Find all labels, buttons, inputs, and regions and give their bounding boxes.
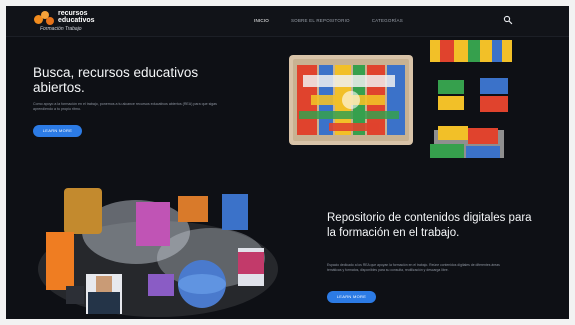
- repository-title: Repositorio de contenidos digitales para…: [327, 212, 532, 239]
- search-icon[interactable]: [503, 15, 513, 25]
- logo-text-educativos: educativos: [58, 17, 95, 24]
- site-logo[interactable]: recursos educativos Formación Trabajo: [34, 10, 144, 34]
- hero-description: Como apoyo a la formación en el trabajo,…: [33, 102, 217, 111]
- top-navbar: recursos educativos Formación Trabajo IN…: [6, 6, 569, 37]
- lego-bricks-illustration: [430, 40, 512, 158]
- nav-item-inicio[interactable]: INICIO: [254, 16, 269, 26]
- repository-description: Espacio dedicado a los REA que apoyan la…: [327, 263, 500, 272]
- lego-photo: [289, 55, 413, 145]
- hero-title: Busca, recursos educativos abiertos.: [33, 65, 199, 95]
- nav-item-sobre-el-repositorio[interactable]: SOBRE EL REPOSITORIO: [291, 16, 350, 26]
- logo-text-formacion-trabajo: Formación Trabajo: [40, 26, 82, 32]
- nav-item-categorias[interactable]: CATEGORÍAS: [372, 16, 403, 26]
- education-resources-illustration: [38, 188, 278, 317]
- logo-text-recursos: recursos: [58, 10, 88, 17]
- page-frame: recursos educativos Formación Trabajo IN…: [6, 6, 569, 319]
- hero-learn-more-button[interactable]: LEARN MORE: [33, 125, 82, 137]
- repository-learn-more-button[interactable]: LEARN MORE: [327, 291, 376, 303]
- main-menu: INICIO SOBRE EL REPOSITORIO CATEGORÍAS: [254, 16, 403, 26]
